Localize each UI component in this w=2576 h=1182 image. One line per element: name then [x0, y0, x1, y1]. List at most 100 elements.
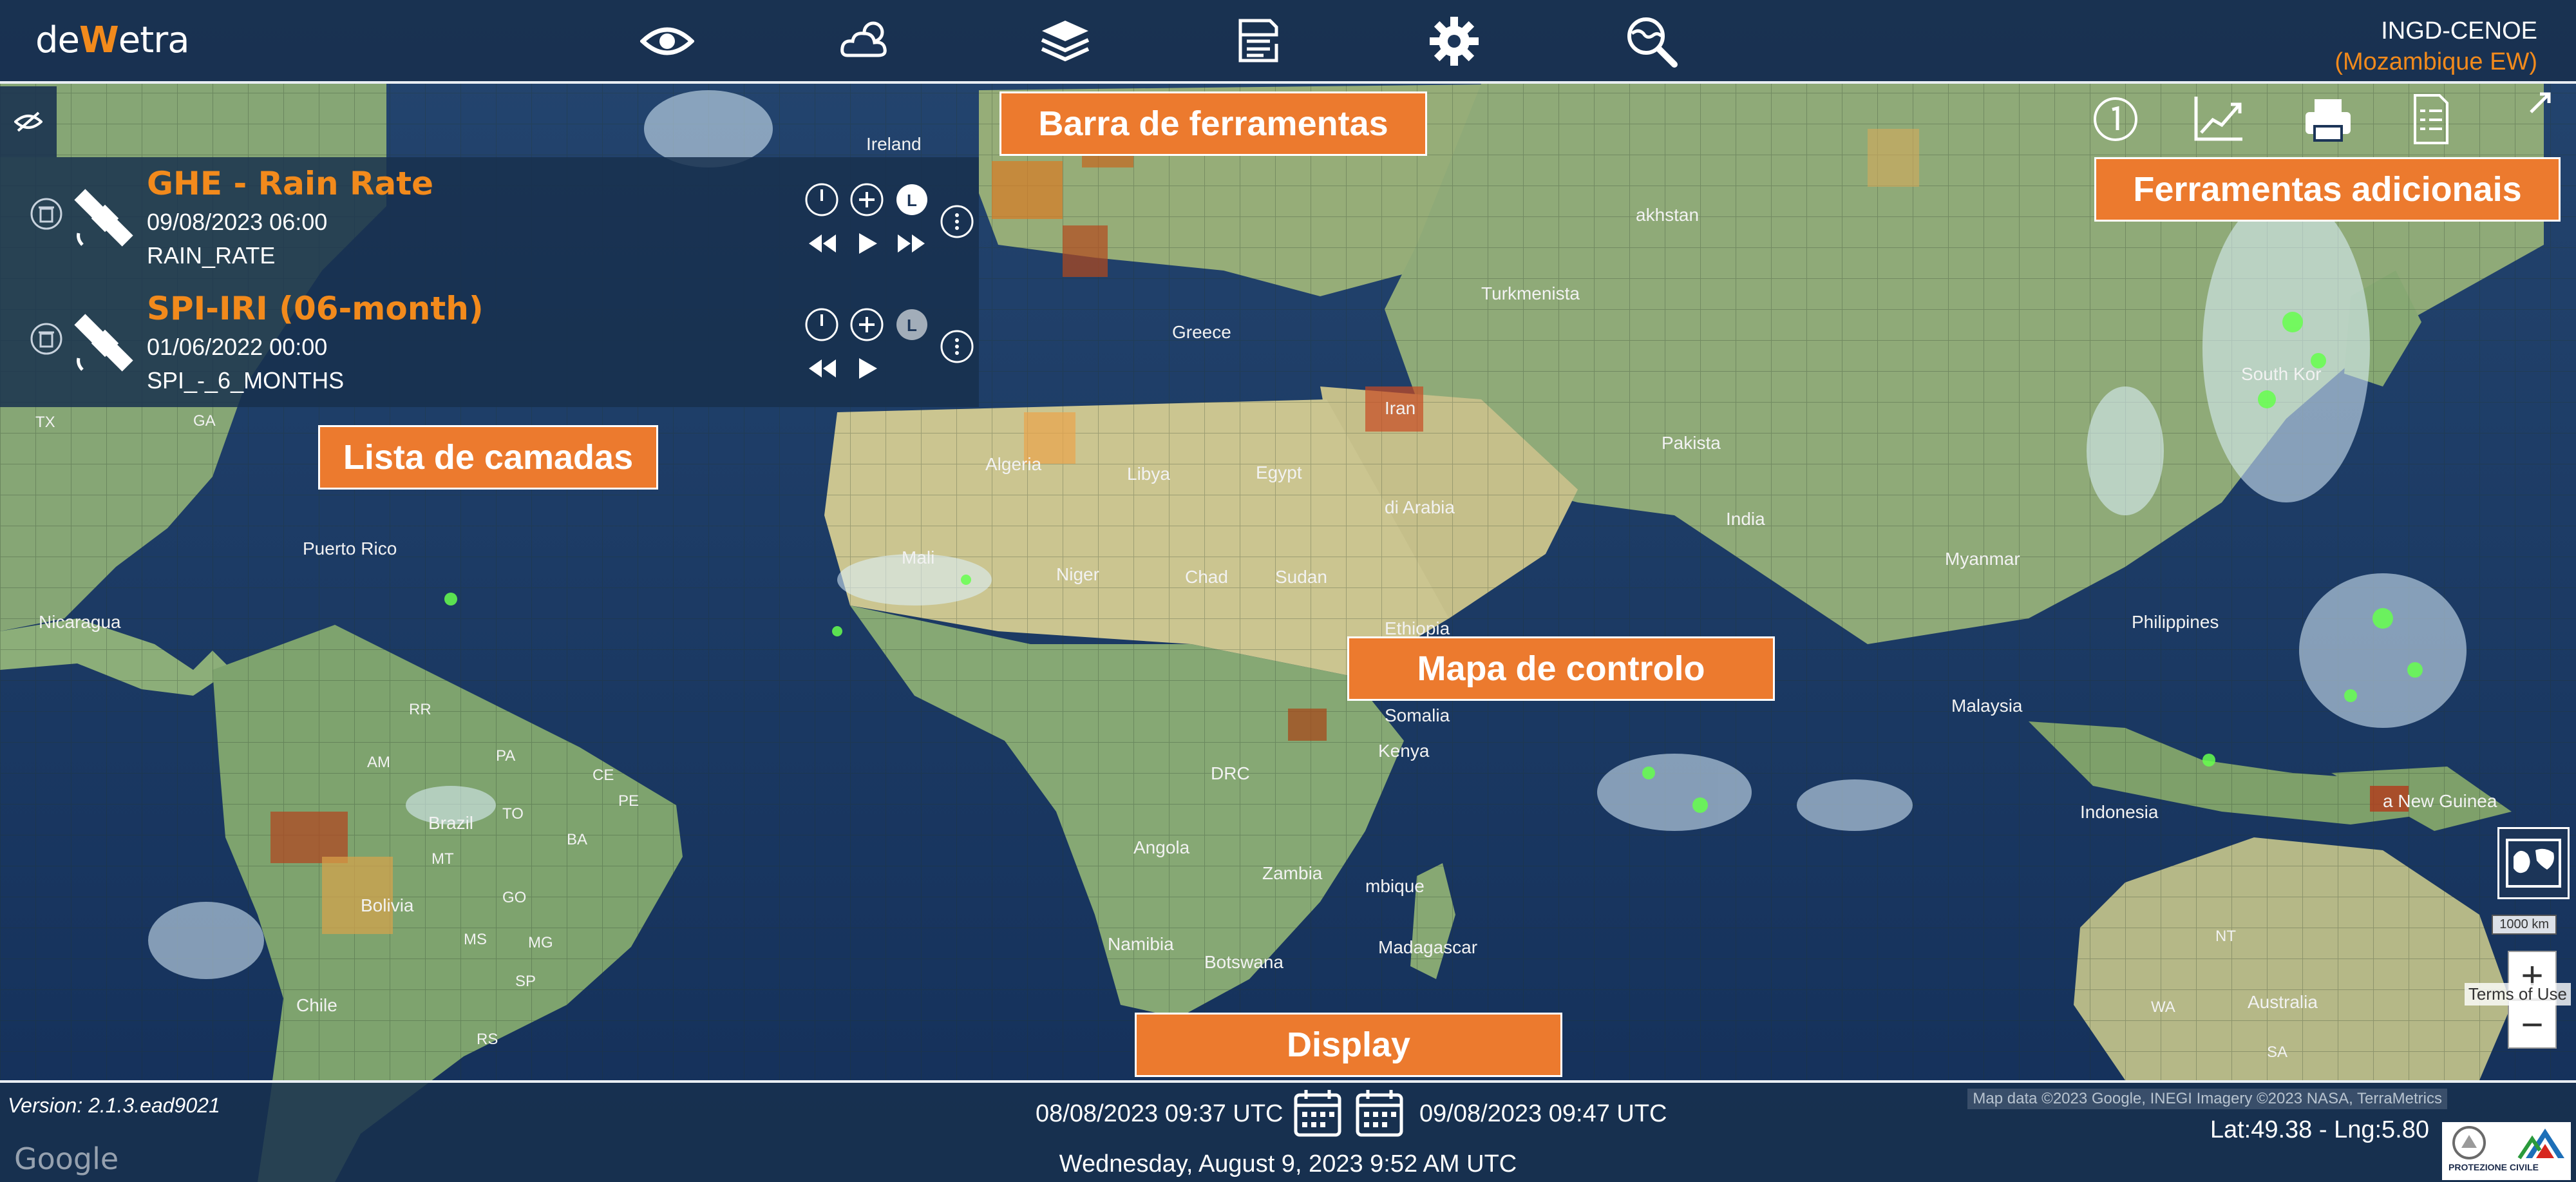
- layer-date: 01/06/2022 00:00: [147, 334, 328, 360]
- calendar-from-icon[interactable]: [1292, 1087, 1343, 1139]
- layer-title: SPI-IRI (06-month): [147, 290, 484, 327]
- map-label: AM: [367, 754, 390, 771]
- map-label: Philippines: [2132, 612, 2219, 632]
- svg-text:L: L: [907, 191, 917, 210]
- callout-layer-list: Lista de camadas: [318, 425, 658, 490]
- power-icon[interactable]: [804, 307, 840, 343]
- map-label: MG: [528, 934, 553, 951]
- map-label: Puerto Rico: [303, 539, 397, 558]
- map-label: DRC: [1211, 763, 1250, 783]
- map-label: mbique: [1365, 876, 1425, 896]
- map-label: TX: [35, 414, 55, 431]
- report-icon[interactable]: [2402, 90, 2460, 148]
- map-label: Myanmar: [1945, 549, 2020, 569]
- layer-item[interactable]: SPI-IRI (06-month) 01/06/2022 00:00 SPI_…: [0, 282, 979, 407]
- map-label: Bolivia: [361, 895, 414, 915]
- expand-icon[interactable]: [2524, 88, 2555, 119]
- map-label: India: [1726, 509, 1765, 529]
- map-label: Sudan: [1275, 567, 1327, 587]
- print-icon[interactable]: [2299, 90, 2357, 148]
- map-label: GA: [193, 412, 216, 430]
- map-library-icon[interactable]: [1229, 12, 1288, 71]
- map-label: Iran: [1385, 398, 1416, 418]
- map-scale: 1000 km: [2492, 915, 2557, 935]
- map-label: Pakista: [1662, 433, 1721, 453]
- map-label: Zambia: [1262, 863, 1323, 883]
- map-label: Kenya: [1378, 741, 1430, 761]
- satellite-icon: [70, 308, 140, 379]
- map-label: Angola: [1133, 837, 1190, 857]
- layer-code: RAIN_RATE: [147, 242, 276, 269]
- map-label: GO: [502, 889, 527, 906]
- layer-code: SPI_-_6_MONTHS: [147, 367, 345, 394]
- calendar-to-icon[interactable]: [1354, 1087, 1405, 1139]
- callout-display: Display: [1135, 1013, 1562, 1077]
- map-label: Nicaragua: [39, 612, 121, 632]
- zoom-plus-icon[interactable]: [849, 307, 885, 343]
- map-label: MT: [431, 850, 454, 868]
- layer-date: 09/08/2023 06:00: [147, 209, 328, 235]
- legend-icon[interactable]: L: [894, 182, 930, 218]
- map-label: Namibia: [1108, 934, 1174, 954]
- rewind-icon[interactable]: [804, 350, 840, 386]
- map-label: RR: [409, 701, 431, 718]
- weather-icon[interactable]: [836, 12, 895, 71]
- satellite-icon: [70, 183, 140, 254]
- map-label: Greece: [1172, 322, 1231, 342]
- dewetra-logo[interactable]: deWetra: [35, 19, 190, 61]
- legend-icon[interactable]: L: [894, 307, 930, 343]
- zoom-out-button[interactable]: −: [2508, 1000, 2557, 1049]
- chart-icon[interactable]: [2190, 90, 2248, 148]
- basemap-switch-icon[interactable]: [2497, 827, 2570, 899]
- more-options-icon[interactable]: [939, 329, 975, 365]
- date-from[interactable]: 08/08/2023 09:37 UTC: [1036, 1100, 1283, 1128]
- map-label: Niger: [1056, 564, 1099, 584]
- fast-forward-icon[interactable]: [894, 225, 930, 262]
- map-label: SP: [515, 973, 536, 990]
- map-label: Turkmenista: [1481, 283, 1580, 303]
- layers-panel-toggle[interactable]: [0, 86, 57, 157]
- protezione-civile-logo: PROTEZIONE CIVILE: [2442, 1122, 2571, 1180]
- map-label: Brazil: [428, 813, 474, 833]
- more-options-icon[interactable]: [939, 204, 975, 240]
- map-label: Algeria: [985, 454, 1042, 474]
- map-label: BA: [567, 831, 588, 848]
- top-toolbar: deWetra INGD-CENOE (Mozambique EW): [0, 0, 2576, 84]
- play-icon[interactable]: [849, 225, 885, 262]
- power-icon[interactable]: [804, 182, 840, 218]
- map-label: Somalia: [1385, 705, 1450, 725]
- rewind-icon[interactable]: [804, 225, 840, 262]
- terms-of-use-link[interactable]: Terms of Use: [2464, 983, 2571, 1006]
- user-info[interactable]: INGD-CENOE (Mozambique EW): [2334, 15, 2537, 77]
- map-label: di Arabia: [1385, 497, 1455, 517]
- map-label: Malaysia: [1951, 696, 2023, 716]
- layers-icon[interactable]: [1036, 12, 1095, 71]
- cursor-coordinates: Lat:49.38 - Lng:5.80: [2210, 1116, 2429, 1143]
- layer-item[interactable]: GHE - Rain Rate 09/08/2023 06:00 RAIN_RA…: [0, 157, 979, 282]
- map-label: TO: [502, 805, 524, 823]
- info-icon[interactable]: [2087, 90, 2145, 148]
- user-subtitle: (Mozambique EW): [2334, 48, 2537, 75]
- gear-icon[interactable]: [1425, 12, 1484, 71]
- map-label: CE: [592, 767, 614, 784]
- eye-icon[interactable]: [638, 12, 697, 71]
- map-label: Libya: [1127, 464, 1170, 484]
- map-label: South Kor: [2241, 364, 2322, 384]
- layer-title: GHE - Rain Rate: [147, 165, 434, 202]
- map-label: PE: [618, 792, 639, 810]
- map-label: SA: [2267, 1044, 2288, 1061]
- map-label: WA: [2151, 998, 2175, 1016]
- zoom-plus-icon[interactable]: [849, 182, 885, 218]
- trash-icon[interactable]: [30, 197, 63, 231]
- globe-search-icon[interactable]: [1622, 12, 1681, 71]
- trash-icon[interactable]: [30, 322, 63, 356]
- play-icon[interactable]: [849, 350, 885, 386]
- map-label: RS: [477, 1031, 498, 1048]
- date-to[interactable]: 09/08/2023 09:47 UTC: [1419, 1100, 1667, 1128]
- map-label: Egypt: [1256, 462, 1302, 482]
- map-label: Ireland: [866, 134, 922, 154]
- map-label: akhstan: [1636, 205, 1700, 225]
- map-label: Australia: [2248, 992, 2318, 1012]
- map-label: a New Guinea: [2383, 791, 2497, 811]
- callout-extra-tools: Ferramentas adicionais: [2094, 157, 2561, 222]
